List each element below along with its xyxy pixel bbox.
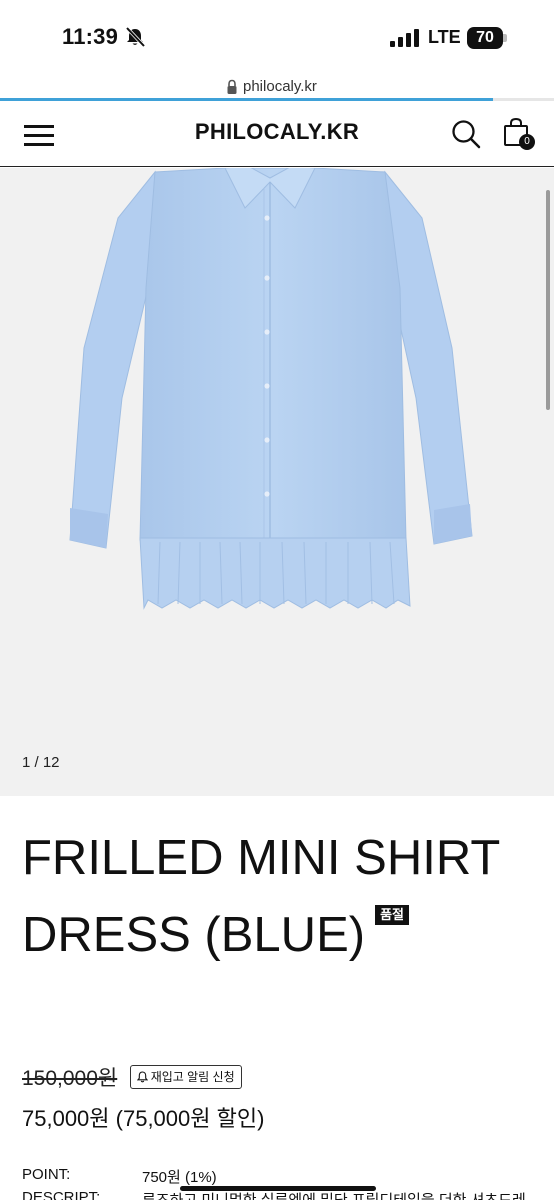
battery-indicator: 70 bbox=[467, 27, 503, 49]
product-title: FRILLED MINI SHIRT DRESS (BLUE) 품절 bbox=[22, 820, 542, 974]
url-text[interactable]: philocaly.kr bbox=[243, 78, 317, 95]
bell-icon bbox=[136, 1071, 148, 1083]
sale-price: 75,000원 (75,000원 할인) bbox=[22, 1106, 265, 1131]
description-label: DESCRIPT: bbox=[22, 1189, 101, 1200]
restock-alert-button[interactable]: 재입고 알림 신청 bbox=[129, 1065, 242, 1089]
cart-count-badge: 0 bbox=[519, 134, 535, 150]
site-header: PHILOCALY.KR 0 bbox=[0, 101, 554, 167]
shopping-bag-button[interactable]: 0 bbox=[503, 117, 535, 151]
battery-cap bbox=[503, 34, 507, 42]
bell-slash-icon bbox=[125, 27, 146, 47]
point-value: 750원 (1%) bbox=[142, 1169, 217, 1186]
gallery-scrollbar[interactable] bbox=[546, 190, 550, 410]
product-title-text: FRILLED MINI SHIRT DRESS (BLUE) bbox=[22, 831, 500, 962]
price-row: 150,000원 재입고 알림 신청 bbox=[22, 1062, 242, 1090]
point-label: POINT: bbox=[22, 1166, 71, 1183]
home-indicator[interactable] bbox=[180, 1186, 376, 1191]
image-counter: 1 / 12 bbox=[22, 754, 60, 771]
search-icon[interactable] bbox=[451, 119, 481, 149]
status-bar: 11:39 LTE 70 bbox=[0, 0, 554, 76]
soldout-badge: 품절 bbox=[375, 905, 409, 925]
url-bar[interactable]: philocaly.kr bbox=[0, 76, 554, 100]
network-label: LTE bbox=[428, 27, 461, 47]
product-image[interactable] bbox=[60, 168, 480, 618]
product-gallery[interactable]: 1 / 12 bbox=[0, 168, 554, 796]
restock-alert-label: 재입고 알림 신청 bbox=[150, 1070, 235, 1084]
status-time: 11:39 bbox=[62, 24, 119, 49]
signal-icon bbox=[390, 29, 419, 47]
original-price: 150,000원 bbox=[22, 1067, 118, 1090]
lock-icon bbox=[227, 79, 237, 94]
